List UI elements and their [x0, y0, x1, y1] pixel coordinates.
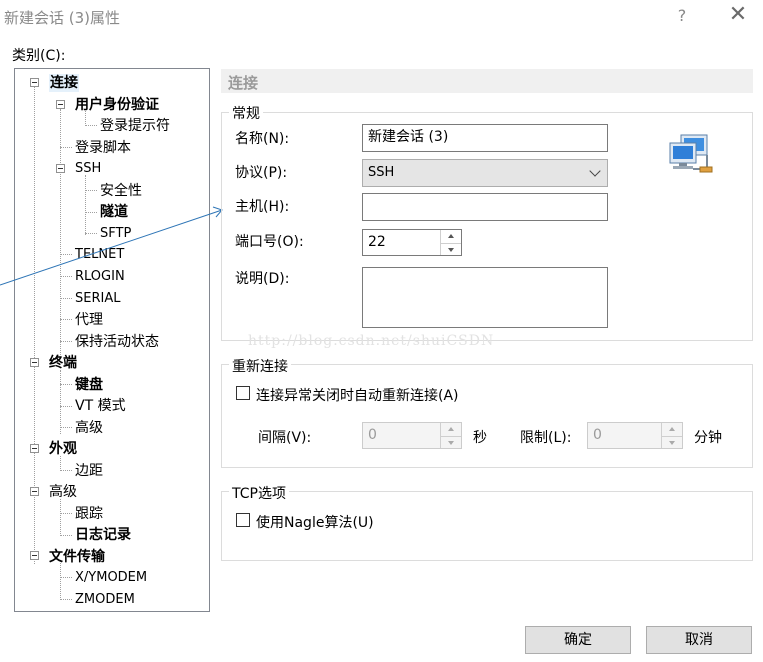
- tree-line: [60, 384, 72, 385]
- tree-item-ssh[interactable]: SSH: [75, 160, 101, 178]
- category-label: 类别(C):: [12, 48, 66, 64]
- category-tree[interactable]: 连接 用户身份验证 登录提示符 登录脚本 SSH 安全性 隧道 SFTP TEL…: [14, 68, 210, 612]
- tree-item-login-prompt[interactable]: 登录提示符: [100, 117, 170, 135]
- tree-line: [60, 535, 72, 536]
- watermark: http://blog.csdn.net/shuiCSDN: [248, 333, 495, 349]
- tree-item-advanced-root[interactable]: 高级: [49, 483, 77, 501]
- window-title: 新建会话 (3)属性: [4, 9, 121, 27]
- tree-line: [60, 319, 72, 320]
- tree-item-vt-mode[interactable]: VT 模式: [75, 397, 126, 415]
- cancel-button[interactable]: 取消: [646, 626, 752, 654]
- interval-spinner[interactable]: [440, 423, 461, 448]
- limit-unit: 分钟: [694, 430, 722, 446]
- tree-line: [60, 563, 61, 600]
- tree-item-login-script[interactable]: 登录脚本: [75, 139, 131, 157]
- ok-button[interactable]: 确定: [525, 626, 631, 654]
- reconnect-group-title: 重新连接: [229, 356, 291, 376]
- tree-item-xymodem[interactable]: X/YMODEM: [75, 569, 147, 587]
- reconnect-group: [221, 364, 753, 468]
- help-button[interactable]: ?: [672, 6, 692, 25]
- collapse-icon[interactable]: [30, 444, 39, 453]
- host-label: 主机(H):: [235, 199, 290, 215]
- spinner-down-icon[interactable]: [662, 435, 682, 449]
- tree-item-zmodem[interactable]: ZMODEM: [75, 591, 135, 609]
- protocol-value: SSH: [368, 165, 395, 180]
- collapse-icon[interactable]: [30, 78, 39, 87]
- tree-item-security[interactable]: 安全性: [100, 182, 142, 200]
- tree-line: [60, 147, 72, 148]
- nagle-checkbox[interactable]: [236, 513, 250, 527]
- spinner-up-icon[interactable]: [662, 423, 682, 436]
- panel-header-bar: [221, 69, 753, 93]
- network-computers-icon: [669, 134, 713, 173]
- tree-item-file-transfer[interactable]: 文件传输: [49, 548, 105, 566]
- host-input[interactable]: [362, 193, 608, 221]
- spinner-down-icon[interactable]: [441, 435, 461, 449]
- tree-line: [60, 427, 72, 428]
- limit-label: 限制(L):: [520, 430, 572, 446]
- name-input[interactable]: 新建会话 (3): [362, 124, 608, 152]
- tree-line: [60, 499, 61, 536]
- auto-reconnect-checkbox[interactable]: [236, 386, 250, 400]
- tcp-group-title: TCP选项: [229, 483, 289, 503]
- tree-item-connection[interactable]: 连接: [49, 74, 79, 92]
- tree-line: [60, 341, 72, 342]
- spinner-down-icon[interactable]: [441, 242, 461, 256]
- description-textarea[interactable]: [362, 267, 608, 328]
- tree-line: [60, 599, 72, 600]
- name-label: 名称(N):: [235, 131, 290, 147]
- auto-reconnect-label: 连接异常关闭时自动重新连接(A): [256, 388, 459, 404]
- spinner-up-icon[interactable]: [441, 230, 461, 243]
- tree-line: [60, 406, 72, 407]
- interval-value: 0: [368, 427, 377, 443]
- port-label: 端口号(O):: [235, 234, 304, 250]
- tree-item-terminal[interactable]: 终端: [49, 354, 77, 372]
- collapse-icon[interactable]: [30, 551, 39, 560]
- tree-item-keepalive[interactable]: 保持活动状态: [75, 333, 159, 351]
- protocol-label: 协议(P):: [235, 165, 288, 181]
- collapse-icon[interactable]: [56, 164, 65, 173]
- description-label: 说明(D):: [235, 271, 290, 287]
- spinner-up-icon[interactable]: [441, 423, 461, 436]
- chevron-down-icon: [589, 165, 601, 177]
- annotation-arrow: [0, 206, 223, 286]
- tree-line: [85, 125, 97, 126]
- port-value: 22: [368, 234, 386, 250]
- close-button[interactable]: ✕: [726, 2, 750, 27]
- tree-item-trace[interactable]: 跟踪: [75, 505, 103, 523]
- tree-item-appearance[interactable]: 外观: [49, 440, 77, 458]
- interval-unit: 秒: [473, 430, 487, 446]
- tree-line: [60, 577, 72, 578]
- tree-line: [60, 470, 72, 471]
- tree-item-proxy[interactable]: 代理: [75, 311, 103, 329]
- tree-item-advanced[interactable]: 高级: [75, 419, 103, 437]
- general-group-title: 常规: [229, 103, 263, 123]
- protocol-select[interactable]: SSH: [362, 159, 608, 187]
- interval-label: 间隔(V):: [258, 430, 312, 446]
- tree-item-auth[interactable]: 用户身份验证: [75, 96, 159, 114]
- collapse-icon[interactable]: [30, 487, 39, 496]
- tree-item-keyboard[interactable]: 键盘: [75, 376, 103, 394]
- tree-line: [85, 190, 97, 191]
- panel-header: 连接: [228, 74, 259, 92]
- tree-line: [60, 456, 61, 471]
- nagle-label: 使用Nagle算法(U): [256, 515, 374, 531]
- port-spinner[interactable]: [440, 230, 461, 255]
- tree-line: [60, 370, 61, 434]
- tree-item-logging[interactable]: 日志记录: [75, 526, 131, 544]
- tree-item-margin[interactable]: 边距: [75, 462, 103, 480]
- limit-value: 0: [593, 427, 602, 443]
- limit-spinner[interactable]: [661, 423, 682, 448]
- collapse-icon[interactable]: [30, 358, 39, 367]
- tree-line: [60, 513, 72, 514]
- collapse-icon[interactable]: [56, 100, 65, 109]
